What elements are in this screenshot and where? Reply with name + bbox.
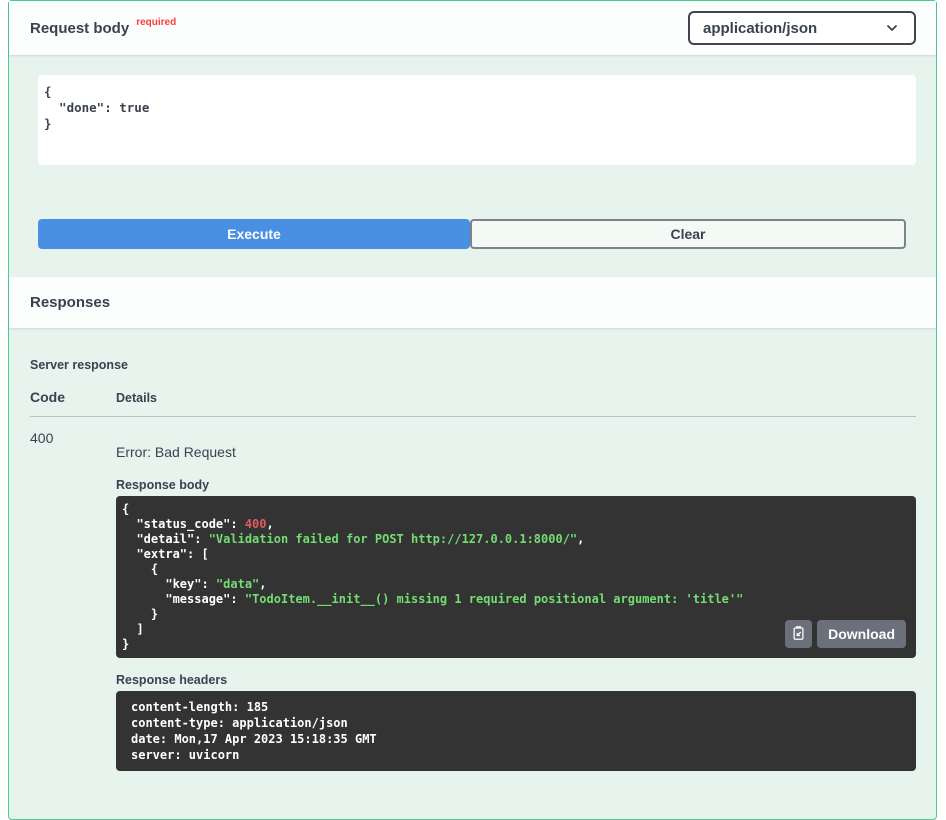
response-status-code: 400 — [30, 417, 116, 446]
response-headers-label: Response headers — [116, 673, 916, 687]
response-headers-code: content-length: 185content-type: applica… — [131, 699, 906, 763]
clipboard-copy-icon — [791, 625, 806, 644]
responses-section: Server response Code Details 400 Error: … — [9, 328, 936, 779]
request-body-section: { "done": true } Execute Clear — [9, 55, 936, 277]
clear-button[interactable]: Clear — [470, 219, 906, 249]
execute-button-group: Execute Clear — [38, 219, 906, 249]
response-headers-codeblock: content-length: 185content-type: applica… — [116, 691, 916, 771]
request-body-title: Request body — [30, 20, 129, 37]
response-details-cell: Error: Bad Request Response body { "stat… — [116, 417, 916, 771]
request-body-editor-value: { "done": true } — [44, 84, 910, 132]
request-body-header: Request body required application/json — [9, 1, 936, 55]
content-type-select[interactable]: application/json — [688, 11, 916, 45]
details-column-header: Details — [116, 391, 916, 405]
response-body-codeblock: { "status_code": 400, "detail": "Validat… — [116, 496, 916, 658]
response-description: Error: Bad Request — [116, 444, 916, 460]
download-button[interactable]: Download — [817, 620, 906, 648]
responses-title: Responses — [30, 294, 110, 311]
operation-panel: Request body required application/json {… — [8, 0, 937, 820]
chevron-down-icon — [884, 20, 900, 36]
responses-header: Responses — [9, 277, 936, 328]
response-body-label: Response body — [116, 478, 916, 492]
server-response-label: Server response — [30, 328, 916, 372]
responses-table-header: Code Details — [30, 389, 916, 405]
response-row: 400 Error: Bad Request Response body { "… — [30, 417, 916, 771]
copy-to-clipboard-button[interactable] — [785, 620, 812, 648]
request-body-editor[interactable]: { "done": true } — [38, 75, 916, 165]
execute-button[interactable]: Execute — [38, 219, 470, 249]
content-type-selected-value: application/json — [703, 20, 817, 37]
code-column-header: Code — [30, 389, 116, 405]
required-badge: required — [136, 17, 176, 28]
codeblock-actions: Download — [785, 620, 906, 648]
